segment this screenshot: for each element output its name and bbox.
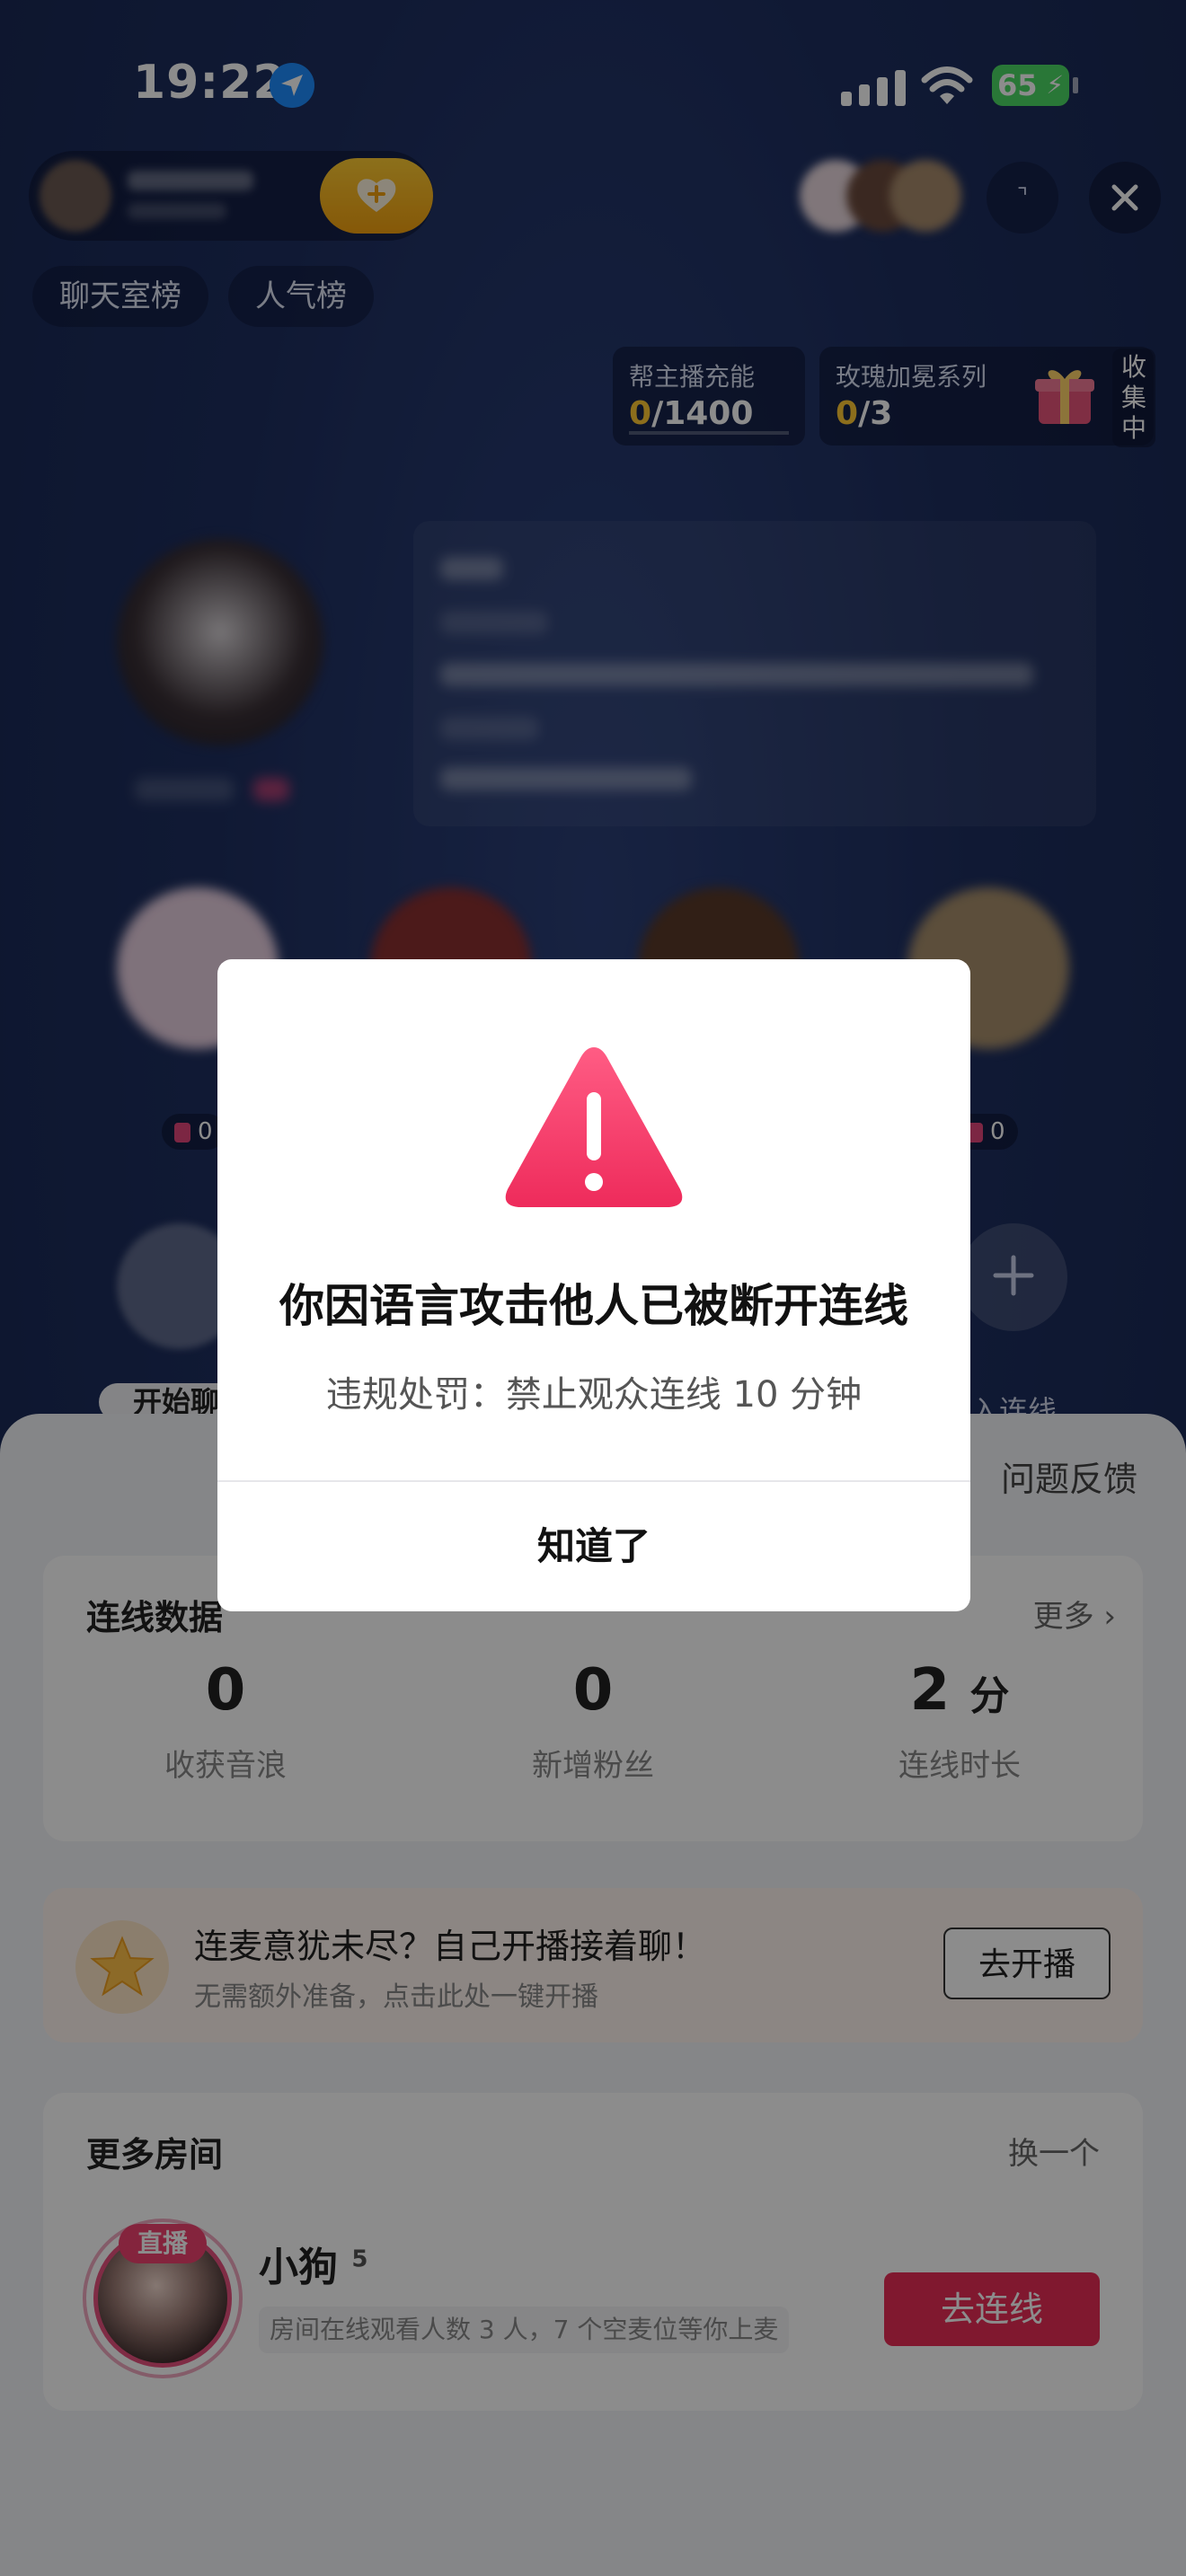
warning-triangle-icon (495, 1031, 693, 1232)
dialog-title: 你因语言攻击他人已被断开连线 (279, 1280, 908, 1332)
dialog-subtitle: 违规处罚：禁止观众连线 10 分钟 (325, 1374, 863, 1416)
dialog-confirm-button[interactable]: 知道了 (217, 1482, 970, 1611)
disconnect-warning-dialog: 你因语言攻击他人已被断开连线 违规处罚：禁止观众连线 10 分钟 知道了 (217, 959, 970, 1611)
